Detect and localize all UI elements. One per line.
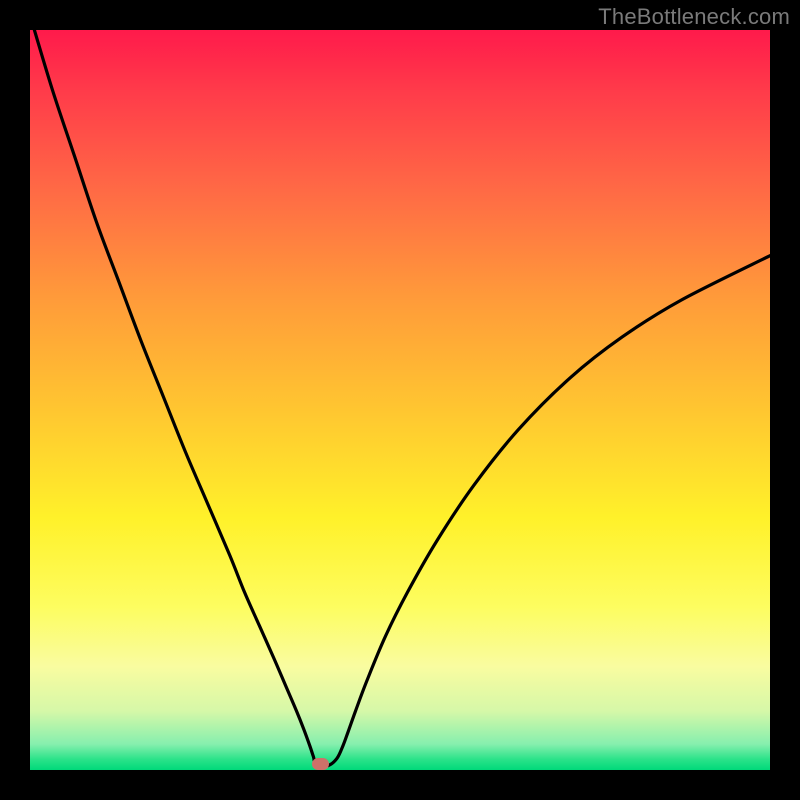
bottleneck-curve: [30, 30, 770, 770]
optimum-marker: [312, 758, 329, 770]
watermark-text: TheBottleneck.com: [598, 4, 790, 30]
chart-frame: TheBottleneck.com: [0, 0, 800, 800]
plot-area: [30, 30, 770, 770]
